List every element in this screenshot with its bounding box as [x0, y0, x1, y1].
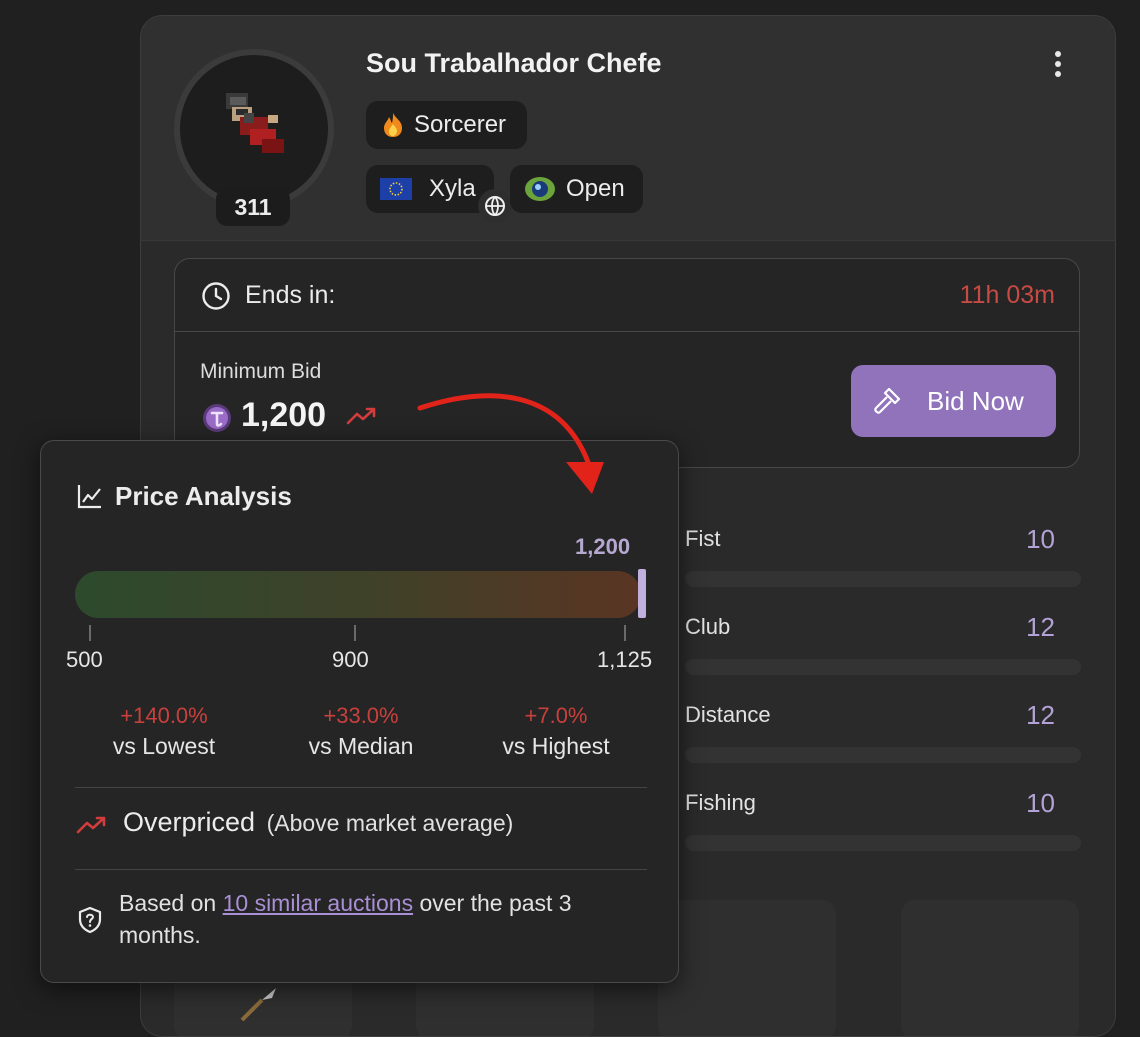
auction-timer-row: Ends in: 11h 03m	[175, 259, 1079, 332]
auction-panel: Ends in: 11h 03m Minimum Bid 1,200 Bid N…	[174, 258, 1080, 468]
item-slot[interactable]	[658, 900, 836, 1036]
character-sprite-icon	[226, 93, 284, 153]
skill-progress-bar	[685, 659, 1081, 675]
vocation-label: Sorcerer	[414, 111, 507, 138]
globe-icon	[478, 189, 512, 223]
verdict-label: Overpriced	[123, 807, 256, 837]
trending-up-icon	[76, 816, 106, 834]
minimum-bid-value: 1,200	[241, 396, 327, 434]
ends-in-time: 11h 03m	[959, 281, 1055, 309]
skill-progress-bar	[685, 571, 1081, 587]
spear-item-icon	[240, 988, 276, 1022]
pvp-type-label: Open	[566, 175, 625, 202]
avatar	[174, 49, 334, 209]
divider	[75, 787, 647, 788]
skill-progress-bar	[685, 835, 1081, 851]
trending-up-icon	[346, 407, 376, 425]
comparison-highest: +7.0% vs Highest	[466, 703, 646, 760]
level-badge: 311	[216, 188, 290, 226]
skill-name: Club	[685, 614, 731, 639]
price-verdict: Overpriced (Above market average)	[123, 807, 513, 838]
more-options-icon[interactable]	[1053, 51, 1063, 81]
line-chart-icon	[77, 485, 101, 509]
character-name[interactable]: Sou Trabalhador Chefe	[366, 48, 662, 79]
skill-value: 12	[1026, 700, 1055, 730]
skill-name: Distance	[685, 702, 771, 727]
gauge-current-value: 1,200	[575, 534, 631, 559]
shield-question-icon	[78, 906, 102, 934]
clock-icon	[202, 282, 230, 310]
analysis-note: Based on 10 similar auctions over the pa…	[119, 887, 639, 951]
comparison-label: vs Highest	[502, 733, 610, 759]
skill-name: Fishing	[685, 790, 756, 815]
verdict-detail: (Above market average)	[266, 810, 514, 836]
similar-auctions-link[interactable]: 10 similar auctions	[223, 890, 413, 916]
world-label: Xyla	[429, 175, 476, 202]
gauge-tick	[89, 625, 91, 641]
divider	[75, 869, 647, 870]
ends-in-label: Ends in:	[245, 281, 336, 309]
gauge-tick-label: 500	[66, 647, 103, 672]
character-header: 311 Sou Trabalhador Chefe Sorcerer Xyla	[141, 16, 1115, 241]
skill-value: 10	[1026, 788, 1055, 818]
fire-icon	[384, 113, 402, 137]
comparison-pct: +33.0%	[323, 703, 399, 728]
price-range-gauge	[75, 571, 641, 618]
skill-value: 10	[1026, 524, 1055, 554]
comparison-pct: +7.0%	[524, 703, 588, 728]
skill-progress-bar	[685, 747, 1081, 763]
comparison-label: vs Median	[308, 733, 414, 759]
note-prefix: Based on	[119, 890, 223, 916]
gavel-icon	[874, 387, 901, 414]
price-analysis-title: Price Analysis	[115, 481, 292, 511]
pvp-type-chip: Open	[510, 165, 643, 213]
gauge-tick	[354, 625, 356, 641]
comparison-lowest: +140.0% vs Lowest	[74, 703, 254, 760]
gauge-tick-label: 1,125	[597, 647, 653, 672]
gauge-tick	[624, 625, 626, 641]
bid-now-label: Bid Now	[927, 385, 1024, 416]
gauge-tick-label: 900	[332, 647, 369, 672]
comparison-label: vs Lowest	[112, 733, 216, 759]
comparison-pct: +140.0%	[120, 703, 208, 728]
eye-orb-icon	[525, 177, 555, 201]
item-slot[interactable]	[901, 900, 1079, 1036]
eu-flag-icon	[380, 178, 412, 200]
bid-now-button[interactable]: Bid Now	[851, 365, 1056, 437]
tibia-coin-icon	[203, 404, 231, 432]
price-analysis-popover: Price Analysis 1,200 500 900 1,125 +140.…	[40, 440, 679, 983]
skill-value: 12	[1026, 612, 1055, 642]
skill-name: Fist	[685, 526, 721, 551]
gauge-current-marker	[638, 569, 646, 618]
vocation-chip: Sorcerer	[366, 101, 527, 149]
minimum-bid-label: Minimum Bid	[200, 360, 322, 383]
comparison-median: +33.0% vs Median	[271, 703, 451, 760]
world-chip[interactable]: Xyla	[366, 165, 494, 213]
